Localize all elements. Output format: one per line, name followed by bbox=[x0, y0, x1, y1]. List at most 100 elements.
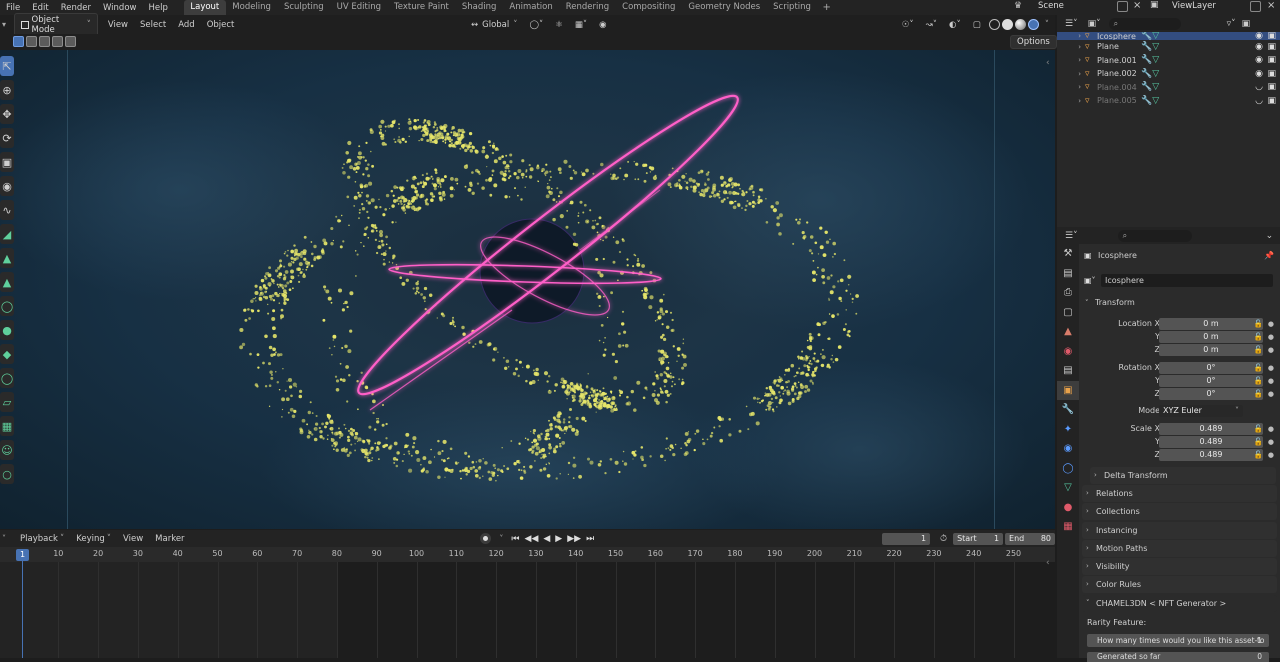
timeline-ruler[interactable]: 10 20 30 40 50 60 70 80 90 100 110 120 130 140 150 160 1… bbox=[0, 547, 1055, 562]
eye-closed-icon[interactable]: ◡ bbox=[1255, 82, 1263, 92]
mesh-data-icon[interactable]: ▽ bbox=[1152, 42, 1159, 52]
tab-modeling[interactable]: Modeling bbox=[226, 0, 278, 15]
play-icon[interactable]: ▶ bbox=[555, 534, 562, 544]
modifier-icon[interactable]: 🔧 bbox=[1141, 96, 1152, 106]
tab-animation[interactable]: Animation bbox=[503, 0, 559, 15]
menu-render[interactable]: Render bbox=[55, 3, 97, 13]
collections-panel[interactable]: › Collections bbox=[1082, 503, 1277, 520]
location-z-field[interactable]: 0 m bbox=[1159, 343, 1263, 356]
data-tab-icon[interactable]: ▽ bbox=[1057, 478, 1079, 498]
menu-edit[interactable]: Edit bbox=[26, 3, 54, 13]
expand-icon[interactable]: › bbox=[1057, 43, 1085, 51]
scale-y-field[interactable]: 0.489 bbox=[1159, 435, 1263, 448]
outliner-item[interactable]: › ▿ Plane.004 🔧 ▽ ◡ ▣ bbox=[1057, 81, 1280, 95]
current-frame-field[interactable]: 1 bbox=[882, 532, 931, 545]
eye-icon[interactable]: ◉ bbox=[1255, 42, 1263, 52]
lock-icon[interactable]: 🔓 bbox=[1254, 450, 1263, 459]
color-rules-panel[interactable]: › Color Rules bbox=[1082, 576, 1277, 593]
tab-shading[interactable]: Shading bbox=[455, 0, 503, 15]
lock-icon[interactable]: 🔓 bbox=[1254, 345, 1263, 354]
tab-layout[interactable]: Layout bbox=[183, 0, 226, 15]
outliner-item[interactable]: › ▿ Icosphere 🔧 ▽ ◉ ▣ bbox=[1057, 32, 1280, 40]
start-frame-field[interactable]: Start 1 bbox=[953, 532, 1004, 545]
overlay-icon[interactable]: ◐˅ bbox=[943, 18, 967, 32]
add-circle-tool-icon[interactable]: ○ bbox=[0, 464, 14, 484]
scale-x-field[interactable]: 0.489 bbox=[1159, 422, 1263, 435]
mesh-data-icon[interactable]: ▽ bbox=[1152, 82, 1159, 92]
lock-icon[interactable]: 🔓 bbox=[1254, 363, 1263, 372]
lock-icon[interactable]: 🔓 bbox=[1254, 332, 1263, 341]
view-layer-tab-icon[interactable]: ▢ bbox=[1057, 303, 1079, 323]
gizmo-icon[interactable]: ↝˅ bbox=[920, 18, 943, 32]
menu-timeline-view[interactable]: View bbox=[117, 532, 149, 546]
annotate-tool-icon[interactable]: ∿ bbox=[0, 200, 14, 220]
scene-tab-icon[interactable]: ▲ bbox=[1057, 322, 1079, 342]
display-mode-icon[interactable]: ▣˅ bbox=[1088, 19, 1101, 29]
add-monkey-tool-icon[interactable]: ☺ bbox=[0, 440, 14, 460]
collection-tab-icon[interactable]: ▤ bbox=[1057, 361, 1079, 381]
lock-icon[interactable]: 🔓 bbox=[1254, 376, 1263, 385]
transform-orientation-dropdown[interactable]: ↭ Global ˅ bbox=[465, 18, 524, 32]
wireframe-shading-icon[interactable] bbox=[988, 19, 1000, 30]
preview-range-icon[interactable]: ⏱ bbox=[940, 534, 947, 544]
current-frame-indicator[interactable]: 1 bbox=[16, 549, 29, 561]
lock-icon[interactable]: 🔓 bbox=[1254, 319, 1263, 328]
keyframe-dot-icon[interactable]: ● bbox=[1268, 451, 1274, 459]
tab-compositing[interactable]: Compositing bbox=[616, 0, 682, 15]
snap-target-icon[interactable]: ▦˅ bbox=[569, 18, 593, 32]
add-plane-tool-icon[interactable]: ▱ bbox=[0, 392, 14, 412]
eye-icon[interactable]: ◉ bbox=[1255, 69, 1263, 79]
tab-rendering[interactable]: Rendering bbox=[559, 0, 615, 15]
view-layer-selector[interactable]: ViewLayer bbox=[1148, 0, 1248, 13]
close-view-layer-icon[interactable]: × bbox=[1267, 0, 1275, 11]
outliner-item[interactable]: › ▿ Plane 🔧 ▽ ◉ ▣ bbox=[1057, 40, 1280, 54]
camera-icon[interactable]: ▣ bbox=[1267, 55, 1276, 65]
add-workspace-button[interactable]: + bbox=[817, 2, 835, 13]
output-tab-icon[interactable]: ⎙ bbox=[1057, 283, 1079, 303]
shading-options-icon[interactable]: ˅ bbox=[1039, 18, 1055, 32]
particles-tab-icon[interactable]: ✦ bbox=[1057, 420, 1079, 440]
cursor-tool-icon[interactable]: ⊕ bbox=[0, 80, 14, 100]
keyframe-dot-icon[interactable]: ● bbox=[1268, 425, 1274, 433]
next-keyframe-icon[interactable]: ▶▶ bbox=[567, 534, 581, 544]
modifier-icon[interactable]: 🔧 bbox=[1141, 42, 1152, 52]
menu-view[interactable]: View bbox=[102, 18, 134, 32]
xray-icon[interactable]: ▢ bbox=[967, 18, 987, 32]
material-tab-icon[interactable]: ● bbox=[1057, 498, 1079, 518]
modifier-icon[interactable]: 🔧 bbox=[1141, 82, 1152, 92]
menu-select[interactable]: Select bbox=[134, 18, 172, 32]
transform-panel-header[interactable]: ˅ Transform bbox=[1079, 296, 1280, 309]
camera-icon[interactable]: ▣ bbox=[1267, 32, 1276, 40]
expand-icon[interactable]: › bbox=[1057, 97, 1085, 105]
expand-icon[interactable]: › bbox=[1057, 70, 1085, 78]
add-torus-tool-icon[interactable]: ◯ bbox=[0, 368, 14, 388]
material-shading-icon[interactable] bbox=[1014, 19, 1026, 30]
mesh-data-icon[interactable]: ▽ bbox=[1152, 69, 1159, 79]
menu-keying[interactable]: Keying ˅ bbox=[70, 532, 117, 546]
menu-object[interactable]: Object bbox=[201, 18, 241, 32]
keyframe-dot-icon[interactable]: ● bbox=[1268, 364, 1274, 372]
select-subtract-icon[interactable] bbox=[39, 36, 50, 47]
camera-icon[interactable]: ▣ bbox=[1267, 42, 1276, 52]
outliner-item[interactable]: › ▿ Plane.005 🔧 ▽ ◡ ▣ bbox=[1057, 94, 1280, 108]
visibility-icon[interactable]: ☉˅ bbox=[896, 18, 920, 32]
outliner-item[interactable]: › ▿ Plane.002 🔧 ▽ ◉ ▣ bbox=[1057, 67, 1280, 81]
scene-icon[interactable]: ♛ bbox=[1014, 1, 1022, 11]
eye-icon[interactable]: ◉ bbox=[1255, 32, 1263, 40]
motion-paths-panel[interactable]: › Motion Paths bbox=[1082, 540, 1277, 557]
menu-add[interactable]: Add bbox=[172, 18, 200, 32]
eye-closed-icon[interactable]: ◡ bbox=[1255, 96, 1263, 106]
filter-icon[interactable]: ▿˅ bbox=[1227, 19, 1236, 29]
measure-tool-icon[interactable]: ◢ bbox=[0, 224, 14, 244]
select-new-icon[interactable] bbox=[13, 36, 24, 47]
keying-set-icon[interactable]: ˅ bbox=[499, 534, 503, 543]
proportional-edit-icon[interactable]: ◉ bbox=[593, 18, 612, 32]
jump-end-icon[interactable]: ⏭ bbox=[586, 534, 594, 544]
tab-geometry-nodes[interactable]: Geometry Nodes bbox=[682, 0, 767, 15]
add-cone-tool-icon[interactable]: ▲ bbox=[0, 272, 14, 292]
tab-texture-paint[interactable]: Texture Paint bbox=[388, 0, 456, 15]
add-cylinder-tool-icon[interactable]: ◯ bbox=[0, 296, 14, 316]
constraints-tab-icon[interactable]: ◯ bbox=[1057, 459, 1079, 479]
expand-icon[interactable]: › bbox=[1057, 83, 1085, 91]
select-box-tool-icon[interactable]: ⇱ bbox=[0, 56, 14, 76]
